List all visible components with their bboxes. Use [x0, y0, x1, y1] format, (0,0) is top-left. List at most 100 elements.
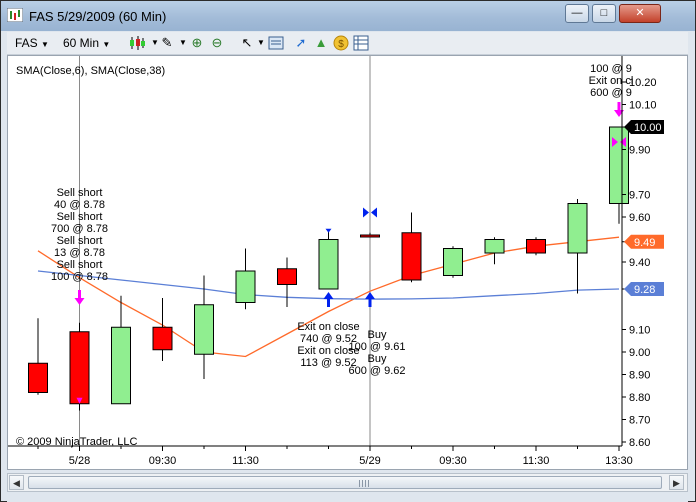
indicator-label: SMA(Close,6), SMA(Close,38) [16, 65, 165, 77]
zoom-out-icon[interactable]: ⊖ [209, 35, 225, 51]
candlestick[interactable] [484, 237, 505, 265]
up-arrow-icon [323, 292, 334, 299]
status-strip [7, 493, 688, 502]
trade-annotations: Sell short40 @ 8.78Sell short700 @ 8.78S… [51, 63, 633, 404]
zoom-in-icon[interactable]: ⊕ [189, 35, 205, 51]
y-tick-label: 9.70 [629, 190, 650, 202]
chevron-down-icon[interactable]: ▼ [253, 35, 269, 51]
x-tick-label: 13:30 [605, 455, 633, 467]
y-tick-label: 9.90 [629, 145, 650, 157]
candlestick[interactable] [277, 257, 297, 308]
candle-body[interactable] [443, 248, 463, 276]
y-tick-label: 10.10 [629, 100, 657, 112]
annotation-text: Exit on close [297, 321, 359, 333]
x-tick-label: 09:30 [439, 455, 467, 467]
y-tick-label: 9.40 [629, 257, 650, 269]
y-tick-label: 10.20 [629, 77, 657, 89]
close-button[interactable]: ✕ [619, 4, 661, 23]
fill-marker-icon [325, 228, 332, 233]
scroll-right-icon[interactable]: ▶ [669, 475, 684, 490]
candle-body[interactable] [526, 239, 546, 254]
chart-panel[interactable]: Sell short 40 @ 8.78 Sell short 700 @ 8.78 S… [7, 55, 688, 470]
data-box-icon[interactable] [268, 35, 284, 51]
time-axis: 5/28 09:30 11:30 5/29 09:30 11:30 13:30 [8, 445, 633, 467]
annotation-text: 100 @ 8.78 [51, 271, 108, 283]
candlestick[interactable] [360, 232, 380, 238]
chevron-down-icon: ▼ [102, 40, 111, 49]
chevron-down-icon: ▼ [41, 40, 49, 49]
candlestick[interactable] [526, 237, 546, 256]
candle-body[interactable] [277, 268, 297, 285]
chart-style-candlestick-icon[interactable] [129, 35, 145, 51]
candlestick[interactable] [401, 212, 422, 283]
y-tick-label: 8.90 [629, 370, 650, 382]
price-marker-label: 10.00 [634, 122, 662, 134]
money-management-icon[interactable]: $ [333, 35, 349, 51]
x-tick-label: 09:30 [149, 455, 177, 467]
svg-text:$: $ [338, 39, 344, 50]
candlestick[interactable] [235, 248, 256, 310]
candle-body[interactable] [111, 326, 131, 405]
candle-body[interactable] [194, 304, 214, 355]
y-tick-label: 9.60 [629, 212, 650, 224]
candle-body[interactable] [28, 362, 48, 393]
candlestick[interactable] [567, 199, 588, 294]
candlestick[interactable] [111, 295, 131, 405]
properties-grid-icon[interactable] [353, 35, 369, 51]
instrument-selector[interactable]: FAS ▼ [15, 35, 55, 51]
candlestick[interactable] [194, 275, 214, 380]
y-tick-label: 8.70 [629, 415, 650, 427]
candle-body[interactable] [567, 203, 588, 254]
candle-body[interactable] [360, 234, 380, 238]
candle-body[interactable] [69, 331, 90, 405]
chart-toolbar: FAS ▼ 60 Min ▼ ▼ ✎ ▼ ⊕ ⊖ ↖ ▼ ➚ ▲ $ [7, 32, 688, 55]
window-title: FAS 5/29/2009 (60 Min) [29, 9, 167, 24]
annotation-text: 600 @ 9.62 [348, 365, 405, 377]
y-tick-label: 8.60 [629, 437, 650, 449]
pencil-draw-icon[interactable]: ✎ [159, 35, 175, 51]
annotation-text: 100 @ 9 [590, 63, 632, 75]
minimize-icon: — [571, 7, 583, 19]
down-arrow-icon [74, 298, 85, 305]
candle-body[interactable] [318, 239, 339, 290]
maximize-button[interactable]: □ [592, 4, 616, 23]
x-tick-label: 11:30 [232, 455, 259, 467]
interval-selector[interactable]: 60 Min ▼ [63, 35, 125, 51]
candle-body[interactable] [401, 232, 422, 281]
candle-body[interactable] [484, 239, 505, 254]
grip-icon [359, 480, 369, 487]
price-marker-label: 9.28 [634, 284, 655, 296]
title-bar[interactable]: FAS 5/29/2009 (60 Min) — □ ✕ [1, 1, 695, 31]
candlestick[interactable] [443, 246, 463, 278]
price-chart[interactable]: Sell short40 @ 8.78Sell short700 @ 8.78S… [8, 56, 687, 469]
scroll-left-icon[interactable]: ◀ [9, 475, 24, 490]
instrument-label: FAS [15, 36, 38, 50]
x-tick-label: 11:30 [523, 455, 550, 467]
candlestick[interactable] [69, 322, 90, 411]
chart-window: FAS 5/29/2009 (60 Min) — □ ✕ FAS ▼ 60 Mi… [0, 0, 696, 502]
horizontal-scrollbar[interactable]: ◀ ▶ [7, 473, 688, 492]
annotation-text: Sell short [57, 259, 103, 271]
annotation-text: 40 @ 8.78 [54, 199, 105, 211]
candle-body[interactable] [235, 270, 256, 303]
y-tick-label: 8.80 [629, 392, 650, 404]
candlestick[interactable] [152, 298, 173, 361]
price-axis: 10.20 10.10 9.90 9.70 9.60 9.40 9.10 9.00 8.90 8.… [621, 56, 664, 449]
annotation-text: Sell short [57, 187, 103, 199]
candle-body[interactable] [152, 326, 173, 351]
copyright-label: © 2009 NinjaTrader, LLC [16, 436, 137, 448]
candlestick[interactable] [318, 230, 339, 290]
candlestick[interactable] [28, 318, 48, 395]
indicators-icon[interactable]: ➚ [293, 35, 309, 51]
annotation-text: 100 @ 9.61 [348, 341, 405, 353]
annotation-text: Sell short [57, 235, 103, 247]
ninjatrader-chart-icon [7, 8, 23, 22]
annotation-text: 600 @ 9 [590, 87, 632, 99]
scrollbar-thumb[interactable] [28, 476, 662, 489]
price-marker-label: 9.49 [634, 237, 655, 249]
minimize-button[interactable]: — [565, 4, 589, 23]
strategies-icon[interactable]: ▲ [313, 35, 329, 51]
x-tick-label: 5/28 [69, 455, 90, 467]
bowtie-marker-icon [363, 207, 369, 218]
interval-label: 60 Min [63, 36, 100, 50]
